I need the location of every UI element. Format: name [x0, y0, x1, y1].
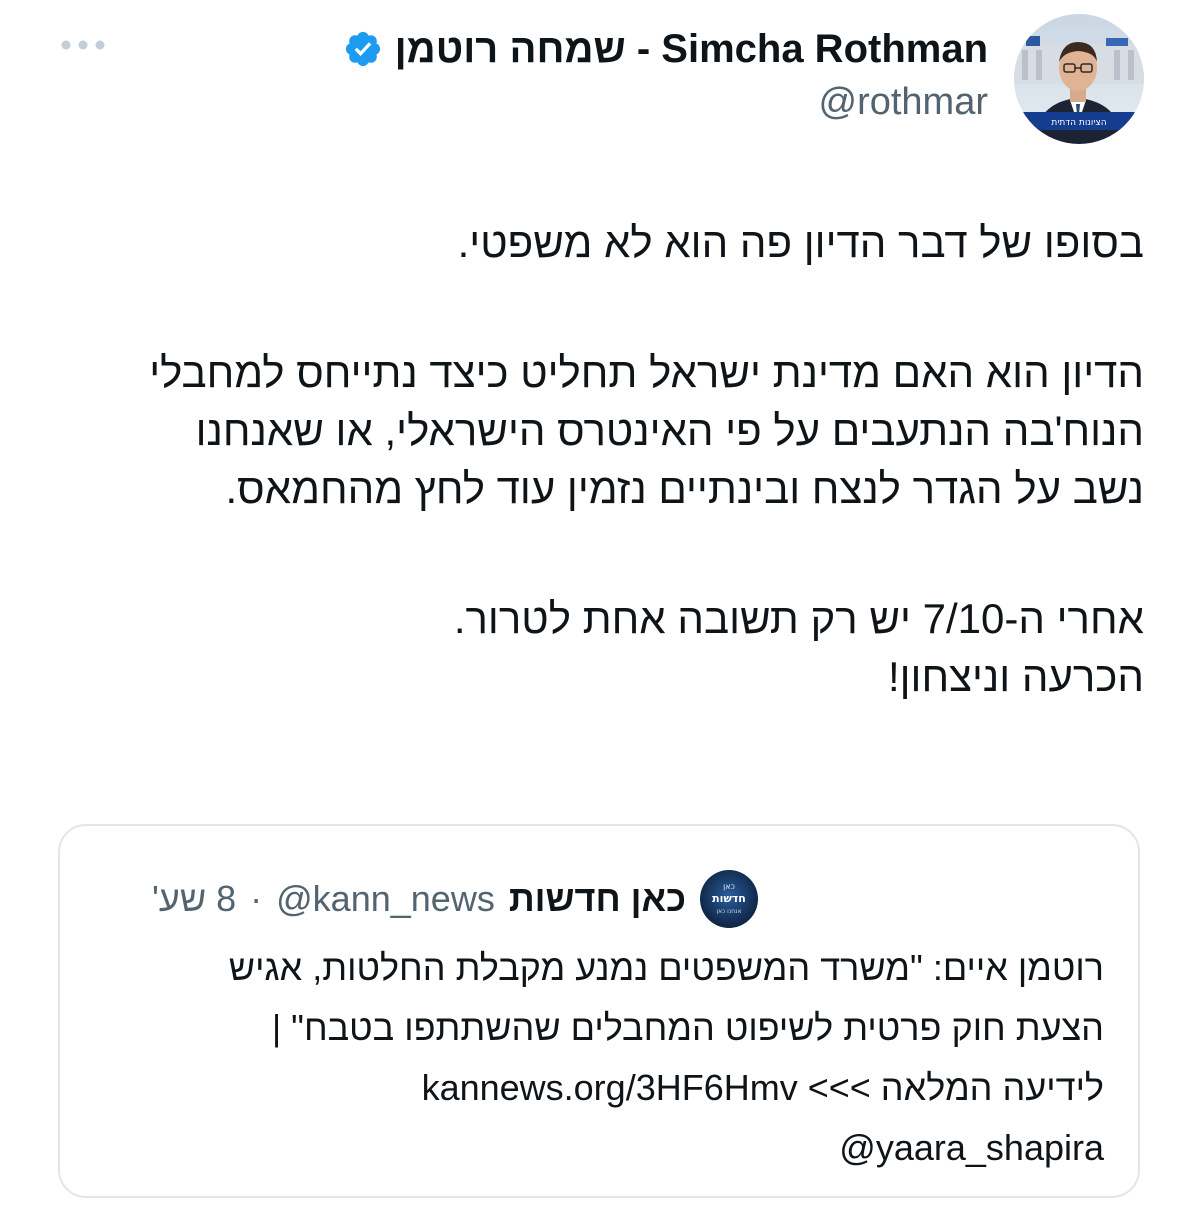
tweet-line: הנוח'בה הנתעבים על פי האינטרס הישראלי, א… [195, 407, 1144, 454]
svg-text:אנחנו כאן: אנחנו כאן [716, 908, 741, 915]
quoted-author-name[interactable]: כאן חדשות [509, 878, 686, 920]
quoted-tweet-line: לידיעה המלאה >>> kannews.org/3HF6Hmv [94, 1058, 1104, 1118]
quoted-tweet-text: רוטמן איים: "משרד המשפטים נמנע מקבלת החל… [94, 938, 1104, 1178]
quoted-tweet-header: 8 שע' · @kann_news כאן חדשות כאן חדשות א… [152, 870, 758, 928]
verified-badge-icon [345, 31, 380, 67]
quoted-tweet-time[interactable]: 8 שע' [152, 878, 236, 920]
quoted-author-avatar[interactable]: כאן חדשות אנחנו כאן [700, 870, 758, 928]
svg-text:חדשות: חדשות [712, 892, 746, 905]
separator-dot: · [250, 878, 263, 919]
more-options-button[interactable] [58, 30, 108, 60]
author-avatar[interactable]: הציונות הדתית [1014, 14, 1144, 144]
tweet-line: הדיון הוא האם מדינת ישראל תחליט כיצד נתי… [149, 349, 1144, 396]
quoted-tweet-line: הצעת חוק פרטית לשיפוט המחבלים שהשתתפו בט… [271, 1007, 1104, 1048]
tweet-header: שמחה רוטמן - Simcha Rothman @rothmar הצי… [343, 14, 1144, 144]
author-display-name: שמחה רוטמן - Simcha Rothman [394, 27, 988, 71]
tweet-line: בסופו של דבר הדיון פה הוא לא משפטי. [457, 219, 1144, 266]
quoted-tweet-link[interactable]: kannews.org/3HF6Hmv [422, 1067, 798, 1108]
quoted-tweet-card[interactable]: 8 שע' · @kann_news כאן חדשות כאן חדשות א… [58, 824, 1140, 1198]
quoted-author-handle[interactable]: @kann_news [276, 878, 495, 920]
author-handle[interactable]: @rothmar [819, 80, 989, 124]
author-name-row[interactable]: שמחה רוטמן - Simcha Rothman [343, 26, 988, 72]
tweet-text: בסופו של דבר הדיון פה הוא לא משפטי. הדיו… [54, 214, 1144, 706]
quoted-tweet-line: @yaara_shapira [94, 1118, 1104, 1178]
svg-text:כאן: כאן [723, 882, 735, 891]
tweet-line: אחרי ה-7/10 יש רק תשובה אחת לטרור. [453, 595, 1144, 642]
author-info: שמחה רוטמן - Simcha Rothman @rothmar [343, 14, 988, 124]
tweet-line: הכרעה וניצחון! [887, 653, 1144, 700]
quoted-tweet-line-text: לידיעה המלאה >>> [807, 1067, 1104, 1108]
mention-link[interactable]: @yaara_shapira [839, 1127, 1104, 1168]
more-horizontal-icon [61, 40, 105, 50]
svg-text:הציונות הדתית: הציונות הדתית [1051, 118, 1106, 128]
tweet-line: נשב על הגדר לנצח ובינתיים נזמין עוד לחץ … [225, 465, 1144, 512]
quoted-tweet-line: רוטמן איים: "משרד המשפטים נמנע מקבלת החל… [228, 947, 1104, 988]
